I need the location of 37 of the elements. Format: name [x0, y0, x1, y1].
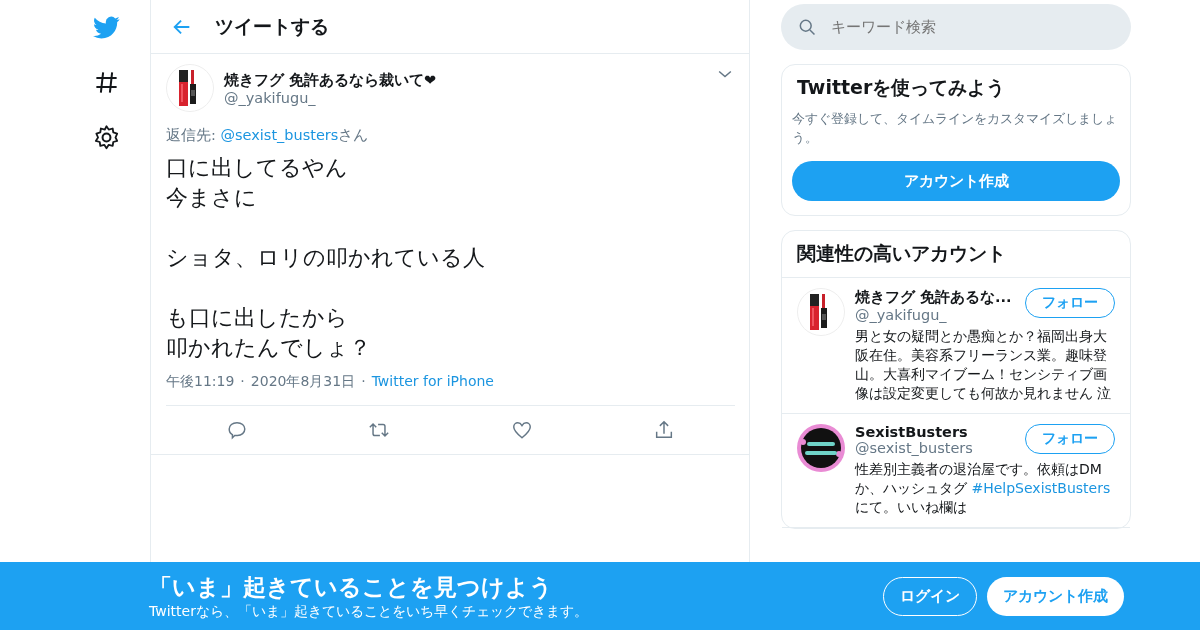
account-handle[interactable]: @_yakifugu_	[855, 307, 1017, 323]
banner-title: 「いま」起きていることを見つけよう	[149, 572, 554, 602]
account-bio: 性差別主義者の退治屋です。依頼はDMか、ハッシュタグ #HelpSexistBusters にて。いいね欄は	[855, 460, 1112, 517]
account-name[interactable]: 焼きフグ 免許あるな...	[855, 288, 1017, 307]
signup-button[interactable]: アカウント作成	[987, 576, 1124, 616]
account-bio: 男と女の疑問とか愚痴とか？福岡出身大阪在住。美容系フリーランス業。趣味登山。大喜利マイブーム！センシティブ画像は設定変更しても何故か見れません 泣	[855, 327, 1113, 403]
heart-icon[interactable]	[510, 419, 533, 441]
separator-dot: ·	[240, 373, 245, 391]
search-icon	[797, 17, 817, 37]
user-handle[interactable]: @_yakifugu_	[224, 89, 705, 106]
tweet-date: 2020年8月31日	[250, 373, 356, 391]
source-link[interactable]: Twitter for iPhone	[371, 373, 494, 391]
page-title: ツイートする	[215, 13, 329, 39]
account-handle[interactable]: @sexist_busters	[855, 440, 1017, 456]
reply-to-line: 返信先: @sexist_bustersさん	[166, 126, 370, 145]
create-account-button[interactable]: アカウント作成	[792, 161, 1120, 201]
tweet-text-line: ショタ、ロリの叩かれている人	[166, 244, 485, 272]
hashtag-icon[interactable]	[93, 69, 120, 96]
mention-link[interactable]: @sexist_busters	[220, 127, 339, 143]
tweet-text-line: 口に出してるやん	[166, 154, 348, 182]
signup-description: 今すぐ登録して、タイムラインをカスタマイズしましょう。	[792, 110, 1118, 147]
hashtag-link[interactable]: #HelpSexistBusters	[971, 480, 1111, 496]
banner-subtitle: Twitterなら、「いま」起きていることをいち早くチェックできます。	[149, 602, 589, 621]
tweet-text-line: 叩かれたんでしょ？	[166, 334, 371, 362]
card-title: 関連性の高いアカウント	[782, 231, 1130, 278]
separator-dot: ·	[361, 373, 366, 391]
follow-button[interactable]: フォロー	[1025, 424, 1115, 454]
search-field[interactable]: キーワード検索	[781, 4, 1131, 50]
tweet-text-line: も口に出したから	[166, 304, 348, 332]
card-title: Twitterを使ってみよう	[797, 75, 1007, 100]
tweet-time: 午後11:19	[166, 373, 235, 391]
follow-button[interactable]: フォロー	[1025, 288, 1115, 318]
settings-icon[interactable]	[93, 124, 120, 151]
bird-logo-icon[interactable]	[93, 14, 120, 41]
display-name[interactable]: 焼きフグ 免許あるなら裁いて❤	[224, 70, 705, 90]
tweet-text-line: 今まさに	[166, 184, 257, 212]
account-name[interactable]: SexistBusters	[855, 424, 1017, 440]
